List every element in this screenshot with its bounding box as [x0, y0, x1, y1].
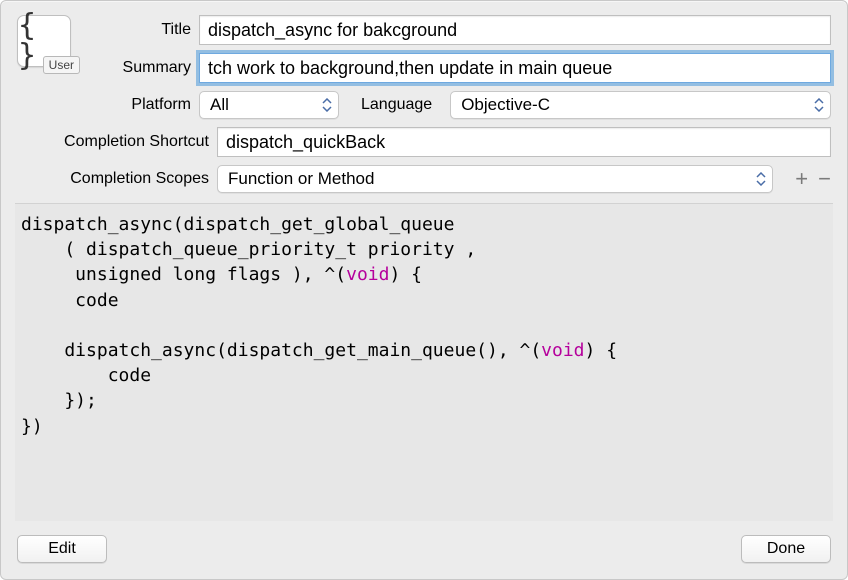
user-badge: User	[43, 56, 80, 74]
language-popup[interactable]: Objective-C	[450, 91, 831, 119]
snippet-type-icon[interactable]: { } User	[17, 15, 71, 67]
done-button[interactable]: Done	[741, 535, 831, 563]
completion-shortcut-label: Completion Shortcut	[17, 133, 217, 151]
platform-value: All	[210, 95, 229, 115]
completion-shortcut-input[interactable]	[217, 127, 831, 157]
footer: Edit Done	[17, 521, 831, 563]
summary-label: Summary	[79, 59, 199, 77]
snippet-editor-panel: { } User Title Summary	[0, 0, 848, 580]
form-area: { } User Title Summary	[17, 15, 831, 197]
title-input[interactable]	[199, 15, 831, 45]
stepper-icon	[320, 94, 334, 116]
platform-popup[interactable]: All	[199, 91, 339, 119]
edit-button[interactable]: Edit	[17, 535, 107, 563]
language-label: Language	[361, 96, 432, 114]
stepper-icon	[812, 94, 826, 116]
title-label: Title	[79, 21, 199, 39]
platform-label: Platform	[79, 96, 199, 114]
language-value: Objective-C	[461, 95, 550, 115]
completion-scopes-value: Function or Method	[228, 169, 374, 189]
completion-scopes-popup[interactable]: Function or Method	[217, 165, 773, 193]
stepper-icon	[754, 168, 768, 190]
remove-scope-button[interactable]: −	[818, 168, 831, 190]
summary-input[interactable]	[199, 53, 831, 83]
code-preview[interactable]: dispatch_async(dispatch_get_global_queue…	[15, 203, 833, 521]
completion-scopes-label: Completion Scopes	[17, 170, 217, 188]
add-scope-button[interactable]: +	[795, 168, 808, 190]
